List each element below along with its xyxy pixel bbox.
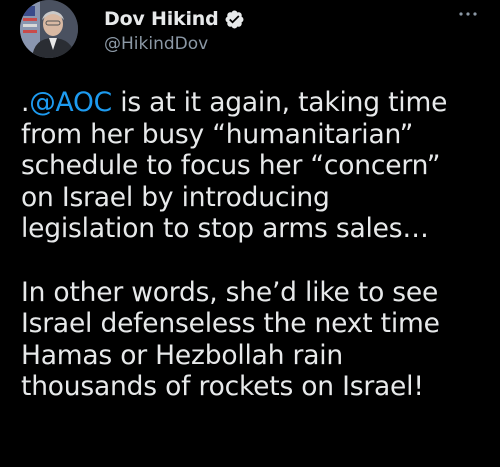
tweet-line: thousands of rockets on Israel!: [21, 371, 424, 403]
tweet-line: .@AOC is at it again, taking time: [21, 87, 493, 119]
verified-badge-icon: [224, 9, 245, 30]
tweet-line: on Israel by introducing: [21, 181, 330, 213]
author-handle[interactable]: @HikindDov: [104, 34, 208, 54]
tweet-line: legislation to stop arms sales…: [21, 213, 429, 245]
tweet-line: from her busy “humanitarian”: [21, 118, 414, 150]
tweet-line: Hamas or Hezbollah rain: [21, 339, 344, 371]
author-display-name[interactable]: Dov Hikind: [104, 8, 219, 30]
profile-photo-icon: [20, 0, 78, 58]
author-name-row[interactable]: Dov Hikind: [104, 7, 245, 31]
tweet-line: Israel defenseless the next time: [21, 308, 440, 340]
more-options-icon: [459, 12, 477, 16]
tweet-paragraph-1: .@AOC is at it again, taking time from h…: [21, 87, 493, 245]
avatar[interactable]: [20, 0, 78, 58]
tweet-text: .@AOC is at it again, taking time from h…: [21, 87, 493, 403]
tweet-line-text: is at it again, taking time: [111, 87, 448, 118]
tweet-prefix: .: [21, 87, 30, 118]
mention-link[interactable]: @AOC: [29, 87, 112, 118]
more-options-button[interactable]: [456, 4, 480, 24]
tweet-line: In other words, she’d like to see: [21, 276, 439, 308]
tweet-line: schedule to focus her “concern”: [21, 150, 441, 182]
tweet-paragraph-2: In other words, she’d like to see Israel…: [21, 277, 493, 403]
